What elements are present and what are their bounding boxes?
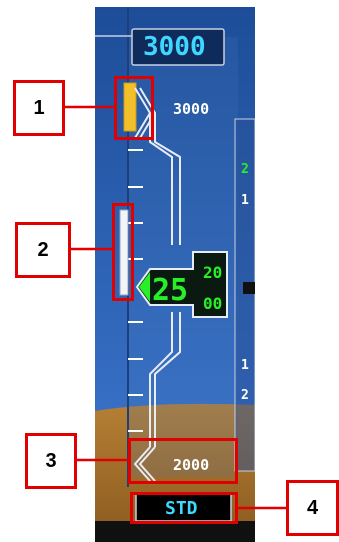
vsi-edge: 2 1 1 2 <box>234 118 255 472</box>
scale-label-upper: 3000 <box>173 100 209 118</box>
callout-1-label: 1 <box>13 80 65 136</box>
callout-2-label: 2 <box>15 222 71 278</box>
callout-1-highlight <box>114 76 154 140</box>
current-altitude-hundreds: 25 <box>152 273 188 308</box>
vsi-pointer <box>243 282 255 294</box>
callout-2-highlight <box>112 203 134 301</box>
vsi-digit: 1 <box>241 193 249 208</box>
callout-3-highlight <box>128 438 238 484</box>
current-altitude-tens-upper: 20 <box>203 263 222 282</box>
vsi-digit: 2 <box>241 162 249 177</box>
callout-4-highlight <box>130 492 238 524</box>
bottom-strip <box>95 521 255 542</box>
callout-3-label: 3 <box>25 433 77 489</box>
vsi-digit: 2 <box>241 388 249 403</box>
callout-4-label: 4 <box>286 480 339 536</box>
vsi-digit: 1 <box>241 358 249 373</box>
selected-altitude-readout: 3000 <box>143 32 206 62</box>
current-altitude-tens-lower: 00 <box>203 294 222 313</box>
